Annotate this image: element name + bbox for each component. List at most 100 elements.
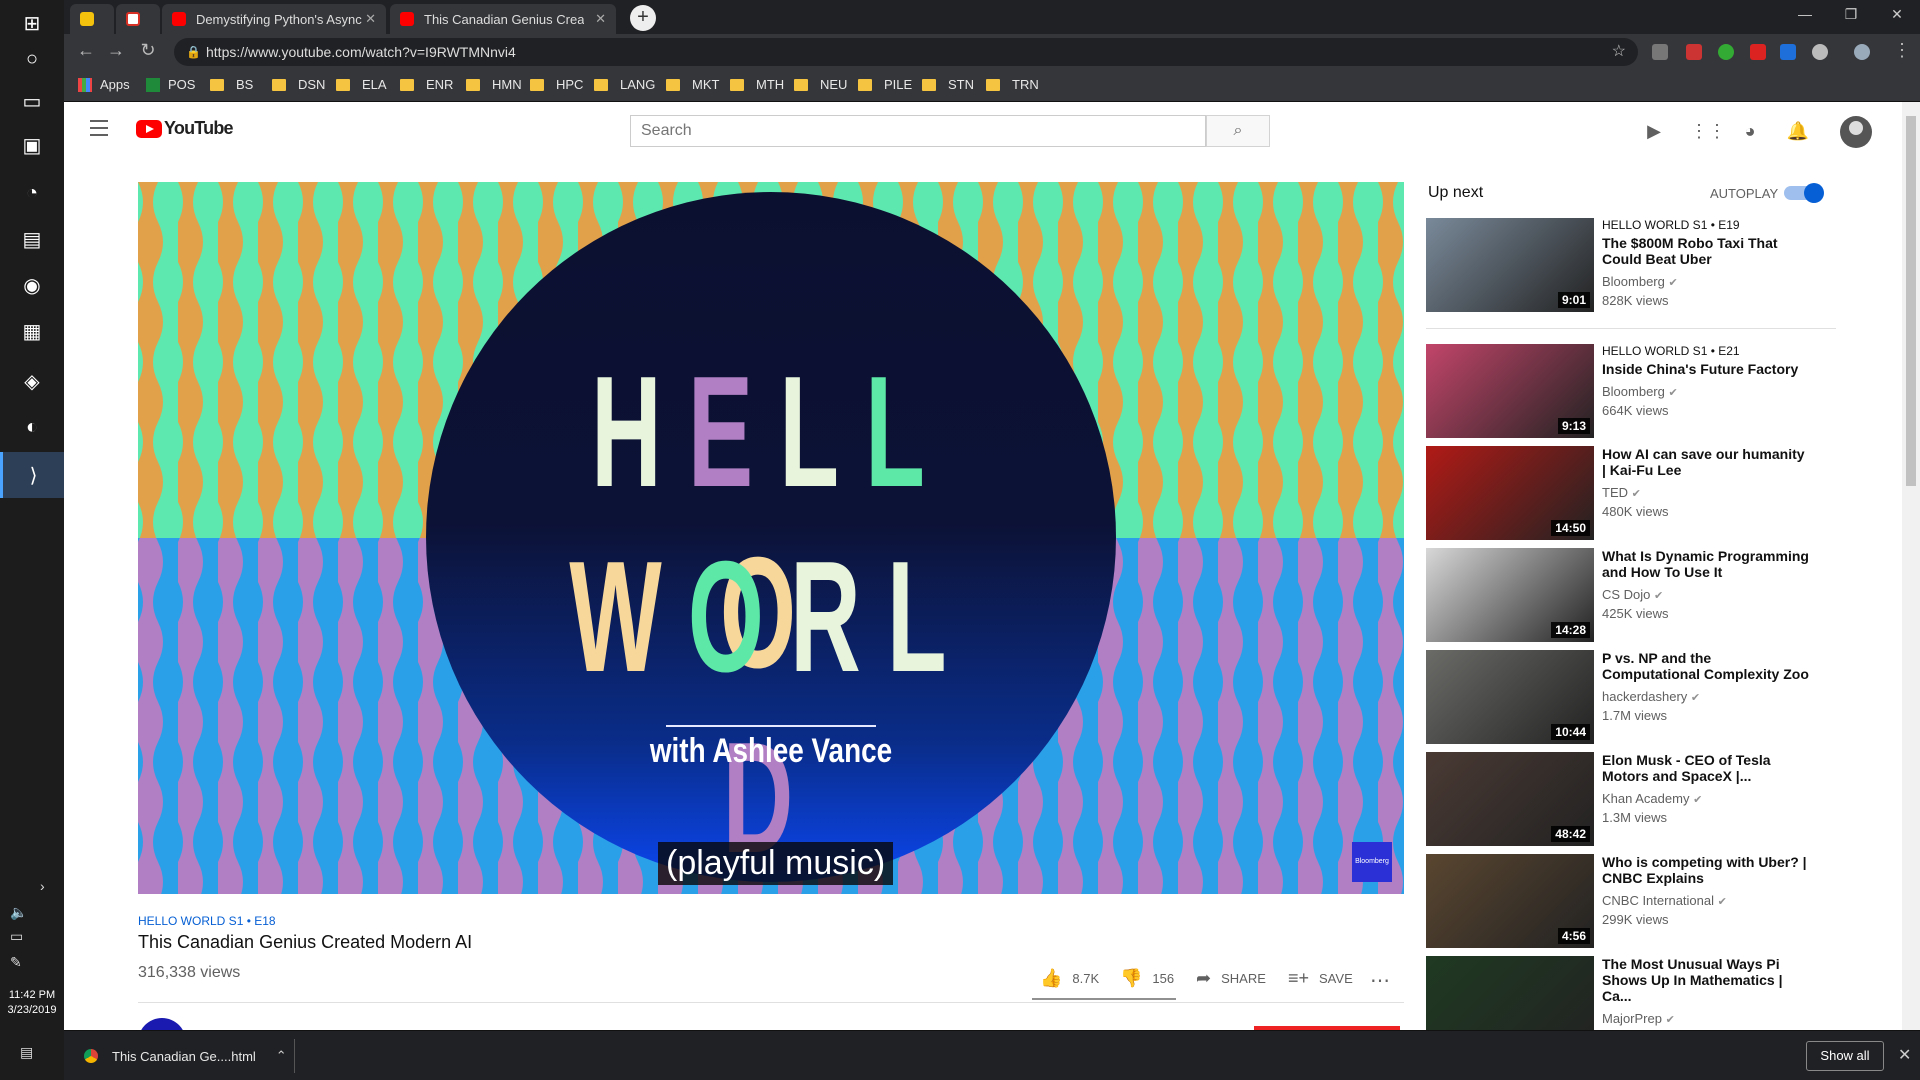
download-item[interactable]: This Canadian Ge....html ⌃ <box>84 1048 287 1064</box>
channel-name[interactable]: TED ✔ <box>1602 484 1812 503</box>
recommended-video[interactable]: 14:50 How AI can save our humanity | Kai-… <box>1426 446 1896 542</box>
hamburger-menu-icon[interactable] <box>90 120 108 141</box>
save-button[interactable]: ≡+ SAVE <box>1288 968 1353 989</box>
menu-kebab-icon[interactable]: ⋮ <box>1890 40 1914 61</box>
create-video-icon[interactable]: ▶ <box>1642 119 1666 143</box>
close-icon[interactable]: ✕ <box>365 11 376 27</box>
bookmark-folder[interactable]: TRN <box>986 77 1039 92</box>
forward-icon[interactable]: → <box>104 40 128 61</box>
dislike-button[interactable]: 👎 156 <box>1120 968 1174 989</box>
bookmark-folder[interactable]: MKT <box>666 77 719 92</box>
search-input[interactable] <box>630 115 1206 147</box>
video-thumbnail[interactable]: 10:44 <box>1426 650 1594 744</box>
video-thumbnail[interactable] <box>1426 956 1594 1030</box>
tab-canadian-genius[interactable]: This Canadian Genius Create ✕ <box>390 4 616 34</box>
messages-icon[interactable]: ◕ <box>1738 119 1762 143</box>
bookmark-folder[interactable]: ENR <box>400 77 453 92</box>
scrollbar-thumb[interactable] <box>1906 116 1916 486</box>
chevron-icon[interactable]: › <box>40 878 45 894</box>
volume-icon[interactable]: 🔈 <box>10 904 27 921</box>
vscode-icon[interactable]: ⟩ <box>0 452 64 498</box>
chevron-up-icon[interactable]: ⌃ <box>276 1048 287 1064</box>
channel-name[interactable]: MajorPrep ✔ <box>1602 1010 1812 1029</box>
youtube-logo[interactable]: YouTube <box>136 118 234 139</box>
recommended-video[interactable]: 9:13 HELLO WORLD S1 • E21 Inside China's F… <box>1426 344 1896 440</box>
close-icon[interactable]: ✕ <box>595 11 606 27</box>
reload-icon[interactable]: ↻ <box>136 40 160 61</box>
extension-icon-2[interactable] <box>1686 44 1702 60</box>
recommended-video[interactable]: 48:42 Elon Musk - CEO of Tesla Motors and… <box>1426 752 1896 848</box>
app-icon-1[interactable]: ▣ <box>0 122 64 168</box>
bookmark-folder[interactable]: PILE <box>858 77 912 92</box>
autoplay-toggle[interactable] <box>1784 183 1824 203</box>
extension-new-icon[interactable] <box>1780 44 1796 60</box>
channel-name[interactable]: CS Dojo ✔ <box>1602 586 1812 605</box>
extension-shield-icon[interactable] <box>1652 44 1668 60</box>
bookmark-folder[interactable]: DSN <box>272 77 325 92</box>
more-actions-button[interactable]: ⋯ <box>1370 968 1390 993</box>
page-scrollbar[interactable] <box>1902 102 1920 1030</box>
video-thumbnail[interactable]: 4:56 <box>1426 854 1594 948</box>
bookmark-folder[interactable]: ELA <box>336 77 387 92</box>
video-title[interactable]: Elon Musk - CEO of Tesla Motors and Spac… <box>1602 752 1812 784</box>
account-avatar[interactable] <box>1840 116 1872 148</box>
app-icon-4[interactable]: ◈ <box>0 358 64 404</box>
bookmark-pos[interactable]: POS <box>146 77 195 92</box>
channel-name[interactable]: Khan Academy ✔ <box>1602 790 1812 809</box>
bookmark-folder[interactable]: MTH <box>730 77 784 92</box>
apps-grid-icon[interactable]: ⋮⋮ <box>1690 119 1726 143</box>
video-title[interactable]: How AI can save our humanity | Kai-Fu Le… <box>1602 446 1812 478</box>
bookmark-folder[interactable]: HPC <box>530 77 583 92</box>
show-all-button[interactable]: Show all <box>1806 1041 1884 1071</box>
video-thumbnail[interactable]: 9:01 <box>1426 218 1594 312</box>
video-title[interactable]: Who is competing with Uber? | CNBC Expla… <box>1602 854 1812 886</box>
profile-avatar[interactable] <box>1854 44 1870 60</box>
video-player[interactable]: HELLO WORLD with Ashlee Vance (playful m… <box>138 182 1404 894</box>
app-icon-2[interactable]: ◔ <box>0 170 64 216</box>
extension-icon-3[interactable] <box>1718 44 1734 60</box>
task-view-icon[interactable]: ▭ <box>0 78 64 124</box>
share-button[interactable]: ➦ SHARE <box>1196 968 1266 989</box>
network-icon[interactable]: ▭ <box>10 928 23 945</box>
video-title[interactable]: The $800M Robo Taxi That Could Beat Uber <box>1602 235 1812 267</box>
like-button[interactable]: 👍 8.7K <box>1040 968 1099 989</box>
pen-icon[interactable]: ✎ <box>10 954 22 971</box>
video-thumbnail[interactable]: 14:50 <box>1426 446 1594 540</box>
video-title[interactable]: P vs. NP and the Computational Complexit… <box>1602 650 1812 682</box>
app-icon-3[interactable]: ▦ <box>0 308 64 354</box>
back-icon[interactable]: ← <box>74 40 98 61</box>
recommended-video[interactable]: 9:01 HELLO WORLD S1 • E19 The $800M Robo T… <box>1426 218 1896 314</box>
tab-pinned-1[interactable] <box>70 4 114 34</box>
recommended-video[interactable]: 14:28 What Is Dynamic Programming and How… <box>1426 548 1896 644</box>
notifications-bell-icon[interactable]: 🔔 <box>1786 119 1810 143</box>
video-series-link[interactable]: HELLO WORLD S1 • E18 <box>138 914 276 928</box>
bookmark-star-icon[interactable]: ☆ <box>1612 38 1626 66</box>
bookmark-folder[interactable]: STN <box>922 77 974 92</box>
tab-python-async[interactable]: Demystifying Python's Async and ✕ <box>162 4 386 34</box>
bookmark-apps[interactable]: Apps <box>78 77 130 92</box>
recommended-video[interactable]: 10:44 P vs. NP and the Computational Comp… <box>1426 650 1896 746</box>
minimize-button[interactable]: — <box>1782 0 1828 30</box>
notification-icon[interactable]: ▤ <box>20 1044 33 1061</box>
recommended-video[interactable]: 4:56 Who is competing with Uber? | CNBC E… <box>1426 854 1896 950</box>
video-title[interactable]: The Most Unusual Ways Pi Shows Up In Mat… <box>1602 956 1812 1004</box>
restore-button[interactable]: ❐ <box>1828 0 1874 30</box>
bookmark-folder[interactable]: LANG <box>594 77 655 92</box>
close-icon[interactable]: ✕ <box>1898 1045 1911 1065</box>
clock[interactable]: 11:42 PM 3/23/2019 <box>0 988 64 1018</box>
video-thumbnail[interactable]: 48:42 <box>1426 752 1594 846</box>
file-explorer-icon[interactable]: ▤ <box>0 216 64 262</box>
channel-name[interactable]: hackerdashery ✔ <box>1602 688 1812 707</box>
recommended-video[interactable]: The Most Unusual Ways Pi Shows Up In Mat… <box>1426 956 1896 1030</box>
bookmark-folder[interactable]: BS <box>210 77 253 92</box>
close-window-button[interactable]: ✕ <box>1874 0 1920 30</box>
extension-icon-4[interactable] <box>1750 44 1766 60</box>
new-tab-button[interactable]: + <box>630 5 656 31</box>
steam-icon[interactable]: ◐ <box>0 404 64 450</box>
channel-name[interactable]: CNBC International ✔ <box>1602 892 1812 911</box>
video-thumbnail[interactable]: 9:13 <box>1426 344 1594 438</box>
chrome-icon[interactable]: ◉ <box>0 262 64 308</box>
search-button[interactable]: ⌕ <box>1206 115 1270 147</box>
video-thumbnail[interactable]: 14:28 <box>1426 548 1594 642</box>
video-title[interactable]: Inside China's Future Factory <box>1602 361 1812 377</box>
